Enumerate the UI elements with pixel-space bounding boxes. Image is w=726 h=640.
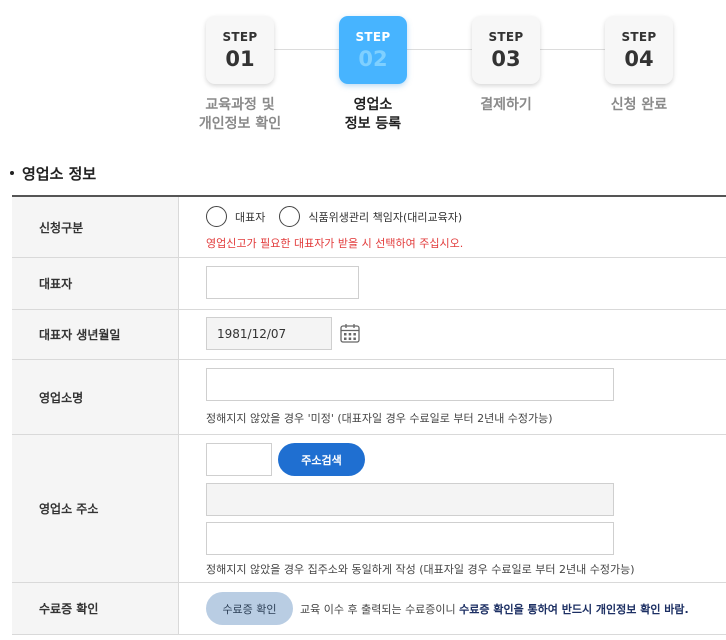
step-3-number: 03	[491, 46, 521, 71]
step-1-badge: STEP 01	[206, 16, 274, 84]
business-name-cell: 정해지지 않았을 경우 '미정' (대표자일 경우 수료일로 부터 2년내 수정…	[179, 360, 726, 434]
row-business-name: 영업소명 정해지지 않았을 경우 '미정' (대표자일 경우 수료일로 부터 2…	[12, 360, 726, 435]
radio-circle-icon[interactable]	[279, 206, 301, 227]
address-line1-input[interactable]	[206, 483, 614, 516]
certificate-notice: 교육 이수 후 출력되는 수료증이니 수료증 확인을 통하여 반드시 개인정보 …	[300, 602, 689, 616]
address-hint: 정해지지 않았을 경우 집주소와 동일하게 작성 (대표자일 경우 수료일로 부…	[206, 563, 635, 576]
row-address: 영업소 주소 주소검색 정해지지 않았을 경우 집주소와 동일하게 작성 (대표…	[12, 435, 726, 583]
step-2-badge: STEP 02	[339, 16, 407, 84]
step-2-label: STEP	[355, 29, 391, 44]
representative-cell	[179, 258, 726, 309]
representative-input[interactable]	[206, 266, 359, 299]
radio-representative[interactable]: 대표자	[206, 206, 265, 227]
step-1-title: 교육과정 및 개인정보 확인	[198, 97, 282, 132]
radio-hygiene-manager[interactable]: 식품위생관리 책임자(대리교육자)	[279, 206, 462, 227]
zipcode-input[interactable]	[206, 443, 272, 476]
step-4-badge: STEP 04	[605, 16, 673, 84]
apply-type-warning: 영업신고가 필요한 대표자가 받을 시 선택하여 주십시오.	[206, 237, 464, 250]
business-info-form: 신청구분 대표자 식품위생관리 책임자(대리교육자) 영업신고가 필요한 대표자…	[12, 195, 726, 635]
birth-date-input[interactable]: 1981/12/07	[206, 317, 332, 350]
row-birth: 대표자 생년월일 1981/12/07	[12, 310, 726, 360]
birth-cell: 1981/12/07	[179, 310, 726, 359]
row-apply-type: 신청구분 대표자 식품위생관리 책임자(대리교육자) 영업신고가 필요한 대표자…	[12, 197, 726, 258]
step-3-badge: STEP 03	[472, 16, 540, 84]
step-4-title: 신청 완료	[610, 97, 668, 113]
apply-type-label: 신청구분	[12, 197, 179, 257]
apply-type-cell: 대표자 식품위생관리 책임자(대리교육자) 영업신고가 필요한 대표자가 받을 …	[179, 197, 726, 257]
step-4: STEP 04 신청 완료	[579, 16, 699, 115]
step-3-title: 결제하기	[480, 97, 532, 113]
certificate-label: 수료증 확인	[12, 583, 179, 634]
step-1-number: 01	[225, 46, 255, 71]
address-search-button[interactable]: 주소검색	[278, 443, 365, 476]
calendar-icon[interactable]	[340, 323, 360, 343]
row-certificate: 수료증 확인 수료증 확인 교육 이수 후 출력되는 수료증이니 수료증 확인을…	[12, 583, 726, 635]
step-2-title: 영업소 정보 등록	[344, 97, 402, 132]
certificate-check-button[interactable]: 수료증 확인	[206, 592, 293, 625]
step-3-label: STEP	[488, 29, 524, 44]
step-1-label: STEP	[222, 29, 258, 44]
business-name-input[interactable]	[206, 368, 614, 401]
bullet-icon	[10, 170, 14, 175]
step-2-number: 02	[358, 46, 388, 71]
address-cell: 주소검색 정해지지 않았을 경우 집주소와 동일하게 작성 (대표자일 경우 수…	[179, 435, 726, 582]
representative-label: 대표자	[12, 258, 179, 309]
birth-label: 대표자 생년월일	[12, 310, 179, 359]
step-1: STEP 01 교육과정 및 개인정보 확인	[180, 16, 300, 134]
business-name-hint: 정해지지 않았을 경우 '미정' (대표자일 경우 수료일로 부터 2년내 수정…	[206, 412, 553, 425]
step-2: STEP 02 영업소 정보 등록	[313, 16, 433, 134]
step-4-number: 04	[624, 46, 654, 71]
certificate-cell: 수료증 확인 교육 이수 후 출력되는 수료증이니 수료증 확인을 통하여 반드…	[179, 583, 726, 634]
address-label: 영업소 주소	[12, 435, 179, 582]
row-representative: 대표자	[12, 258, 726, 310]
section-title: 영업소 정보	[10, 163, 96, 184]
step-4-label: STEP	[621, 29, 657, 44]
radio-circle-icon[interactable]	[206, 206, 227, 227]
business-name-label: 영업소명	[12, 360, 179, 434]
step-3: STEP 03 결제하기	[446, 16, 566, 115]
progress-stepper: STEP 01 교육과정 및 개인정보 확인 STEP 02 영업소 정보 등록…	[0, 0, 726, 150]
address-line2-input[interactable]	[206, 522, 614, 555]
